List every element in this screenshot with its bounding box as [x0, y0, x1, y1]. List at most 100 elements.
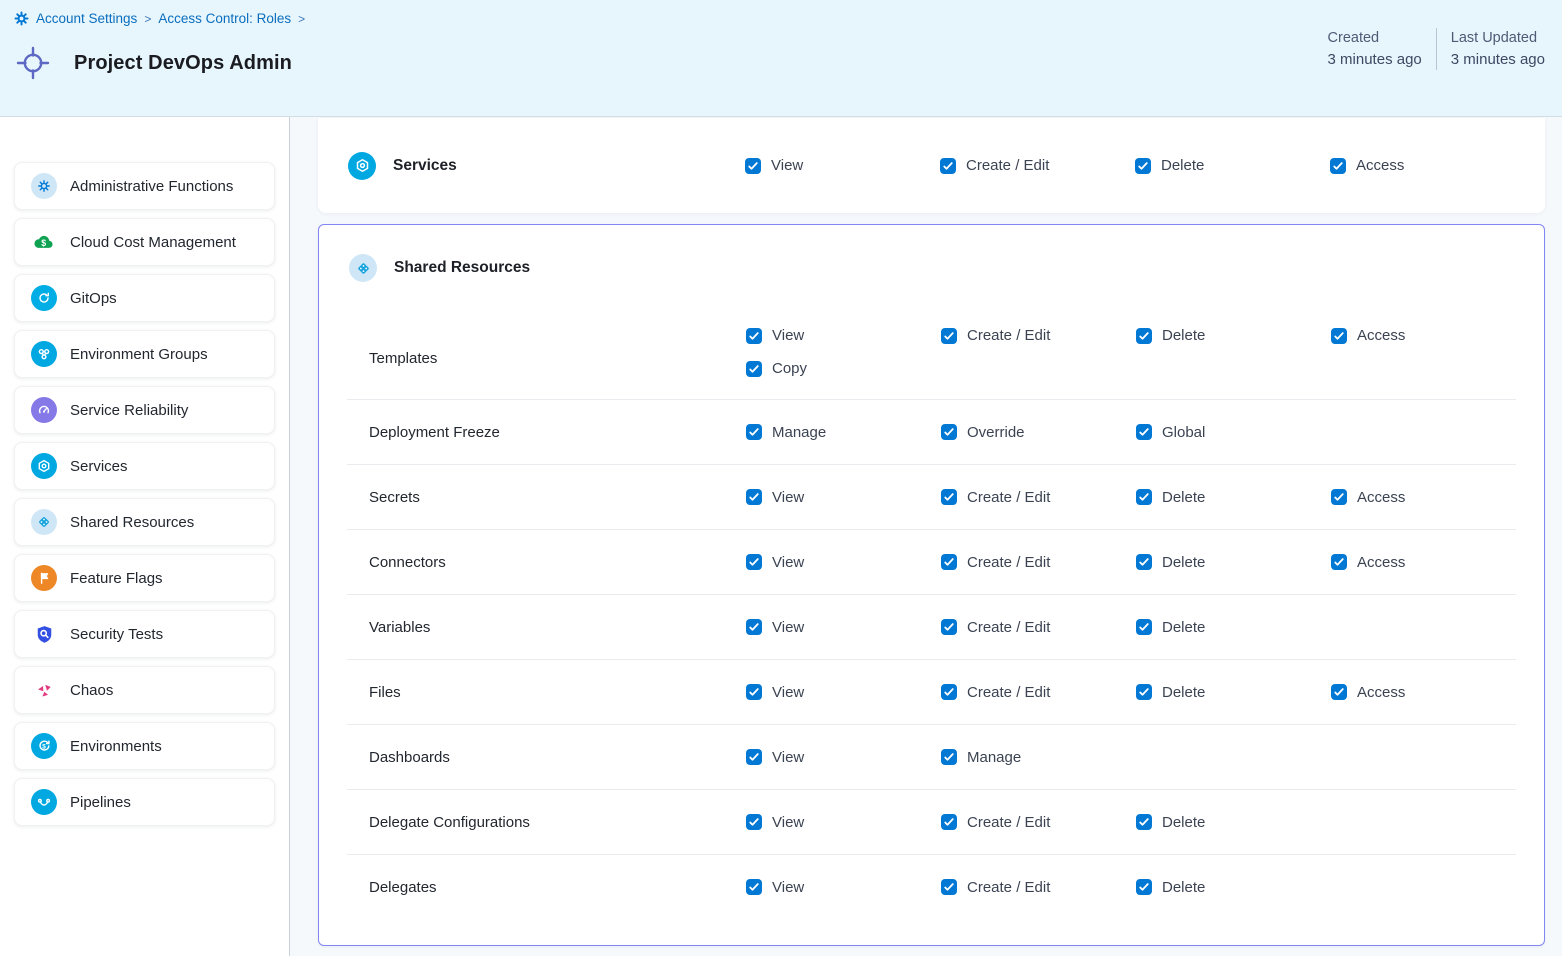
permission-cell: Delete — [1136, 554, 1331, 571]
permission-delete: Delete — [1136, 489, 1331, 506]
permission-label: Create / Edit — [967, 327, 1050, 344]
create-edit-checkbox[interactable] — [941, 814, 957, 830]
sidebar-item-cloud-cost-management[interactable]: $Cloud Cost Management — [14, 218, 275, 266]
permission-global: Global — [1136, 424, 1331, 441]
access-checkbox[interactable] — [1331, 489, 1347, 505]
create-edit-checkbox[interactable] — [941, 489, 957, 505]
permission-cell: Delete — [1136, 814, 1331, 831]
access-checkbox[interactable] — [1330, 158, 1346, 174]
permission-override: Override — [941, 424, 1136, 441]
access-checkbox[interactable] — [1331, 554, 1347, 570]
services-icon — [31, 453, 57, 479]
sidebar-item-label: Environment Groups — [70, 346, 208, 363]
permission-view: View — [746, 814, 941, 831]
permission-view: View — [746, 554, 941, 571]
shared-resources-permission-card: Shared Resources TemplatesViewCopyCreate… — [318, 224, 1545, 946]
sidebar-item-administrative-functions[interactable]: Administrative Functions — [14, 162, 275, 210]
permission-label: Access — [1357, 489, 1405, 506]
sidebar-item-feature-flags[interactable]: Feature Flags — [14, 554, 275, 602]
view-checkbox[interactable] — [746, 814, 762, 830]
permission-row-delegate-configurations: Delegate ConfigurationsViewCreate / Edit… — [347, 789, 1516, 854]
permission-label: Create / Edit — [967, 619, 1050, 636]
view-checkbox[interactable] — [746, 489, 762, 505]
permission-cell: View — [746, 619, 941, 636]
permission-row-delegates: DelegatesViewCreate / EditDelete — [347, 854, 1516, 919]
create-edit-checkbox[interactable] — [941, 619, 957, 635]
breadcrumb-separator: > — [144, 12, 151, 26]
sidebar-item-security-tests[interactable]: Security Tests — [14, 610, 275, 658]
delete-checkbox[interactable] — [1135, 158, 1151, 174]
permission-label: View — [772, 814, 804, 831]
create-edit-checkbox[interactable] — [941, 554, 957, 570]
chaos-icon — [31, 677, 57, 703]
delete-checkbox[interactable] — [1136, 328, 1152, 344]
view-checkbox[interactable] — [746, 619, 762, 635]
view-checkbox[interactable] — [746, 879, 762, 895]
permission-create-edit: Create / Edit — [941, 327, 1136, 344]
sidebar-item-chaos[interactable]: Chaos — [14, 666, 275, 714]
view-checkbox[interactable] — [746, 749, 762, 765]
feature-flags-icon — [31, 565, 57, 591]
resource-label: Deployment Freeze — [369, 424, 746, 441]
security-shield-icon — [31, 621, 57, 647]
permission-cell: Create / Edit — [941, 684, 1136, 701]
permission-copy: Copy — [746, 360, 941, 377]
resource-label: Templates — [369, 350, 746, 367]
sidebar-item-environments[interactable]: $Environments — [14, 722, 275, 770]
resource-label: Dashboards — [369, 749, 746, 766]
manage-checkbox[interactable] — [941, 749, 957, 765]
sidebar-item-services[interactable]: Services — [14, 442, 275, 490]
services-card-title: Services — [393, 157, 457, 175]
sidebar-item-service-reliability[interactable]: Service Reliability — [14, 386, 275, 434]
permission-cell: Delete — [1136, 318, 1331, 344]
permission-cell: Create / Edit — [941, 489, 1136, 506]
override-checkbox[interactable] — [941, 424, 957, 440]
permission-delete: Delete — [1136, 684, 1331, 701]
permission-label: Delete — [1162, 879, 1205, 896]
access-checkbox[interactable] — [1331, 684, 1347, 700]
permission-label: Access — [1357, 684, 1405, 701]
sidebar-item-gitops[interactable]: GitOps — [14, 274, 275, 322]
create-edit-checkbox[interactable] — [940, 158, 956, 174]
permission-row-files: FilesViewCreate / EditDeleteAccess — [347, 659, 1516, 724]
services-permissions: ViewCreate / EditDeleteAccess — [745, 118, 1545, 213]
permission-delete: Delete — [1135, 157, 1330, 174]
permission-label: Copy — [772, 360, 807, 377]
delete-checkbox[interactable] — [1136, 619, 1152, 635]
delete-checkbox[interactable] — [1136, 879, 1152, 895]
permission-row-connectors: ConnectorsViewCreate / EditDeleteAccess — [347, 529, 1516, 594]
create-edit-checkbox[interactable] — [941, 684, 957, 700]
view-checkbox[interactable] — [746, 328, 762, 344]
title-row: Project DevOps Admin — [14, 44, 292, 82]
breadcrumb-access-control-roles[interactable]: Access Control: Roles — [158, 11, 291, 26]
permission-label: Create / Edit — [967, 489, 1050, 506]
create-edit-checkbox[interactable] — [941, 328, 957, 344]
copy-checkbox[interactable] — [746, 361, 762, 377]
sidebar-item-label: Pipelines — [70, 794, 131, 811]
view-checkbox[interactable] — [745, 158, 761, 174]
access-checkbox[interactable] — [1331, 328, 1347, 344]
view-checkbox[interactable] — [746, 554, 762, 570]
sidebar-item-pipelines[interactable]: Pipelines — [14, 778, 275, 826]
delete-checkbox[interactable] — [1136, 554, 1152, 570]
permission-create-edit: Create / Edit — [941, 879, 1136, 896]
delete-checkbox[interactable] — [1136, 814, 1152, 830]
sidebar-item-environment-groups[interactable]: Environment Groups — [14, 330, 275, 378]
delete-checkbox[interactable] — [1136, 684, 1152, 700]
breadcrumb: Account Settings > Access Control: Roles… — [14, 11, 305, 26]
breadcrumb-account-settings[interactable]: Account Settings — [36, 11, 137, 26]
permission-access: Access — [1331, 489, 1516, 506]
sidebar-item-shared-resources[interactable]: Shared Resources — [14, 498, 275, 546]
permission-create-edit: Create / Edit — [941, 489, 1136, 506]
permission-delete: Delete — [1136, 554, 1331, 571]
sidebar-item-label: Services — [70, 458, 128, 475]
permission-label: View — [772, 327, 804, 344]
svg-text:$: $ — [42, 744, 46, 751]
view-checkbox[interactable] — [746, 684, 762, 700]
permission-cell: View Copy — [746, 318, 941, 377]
page-header: Account Settings > Access Control: Roles… — [0, 0, 1562, 117]
global-checkbox[interactable] — [1136, 424, 1152, 440]
delete-checkbox[interactable] — [1136, 489, 1152, 505]
manage-checkbox[interactable] — [746, 424, 762, 440]
create-edit-checkbox[interactable] — [941, 879, 957, 895]
